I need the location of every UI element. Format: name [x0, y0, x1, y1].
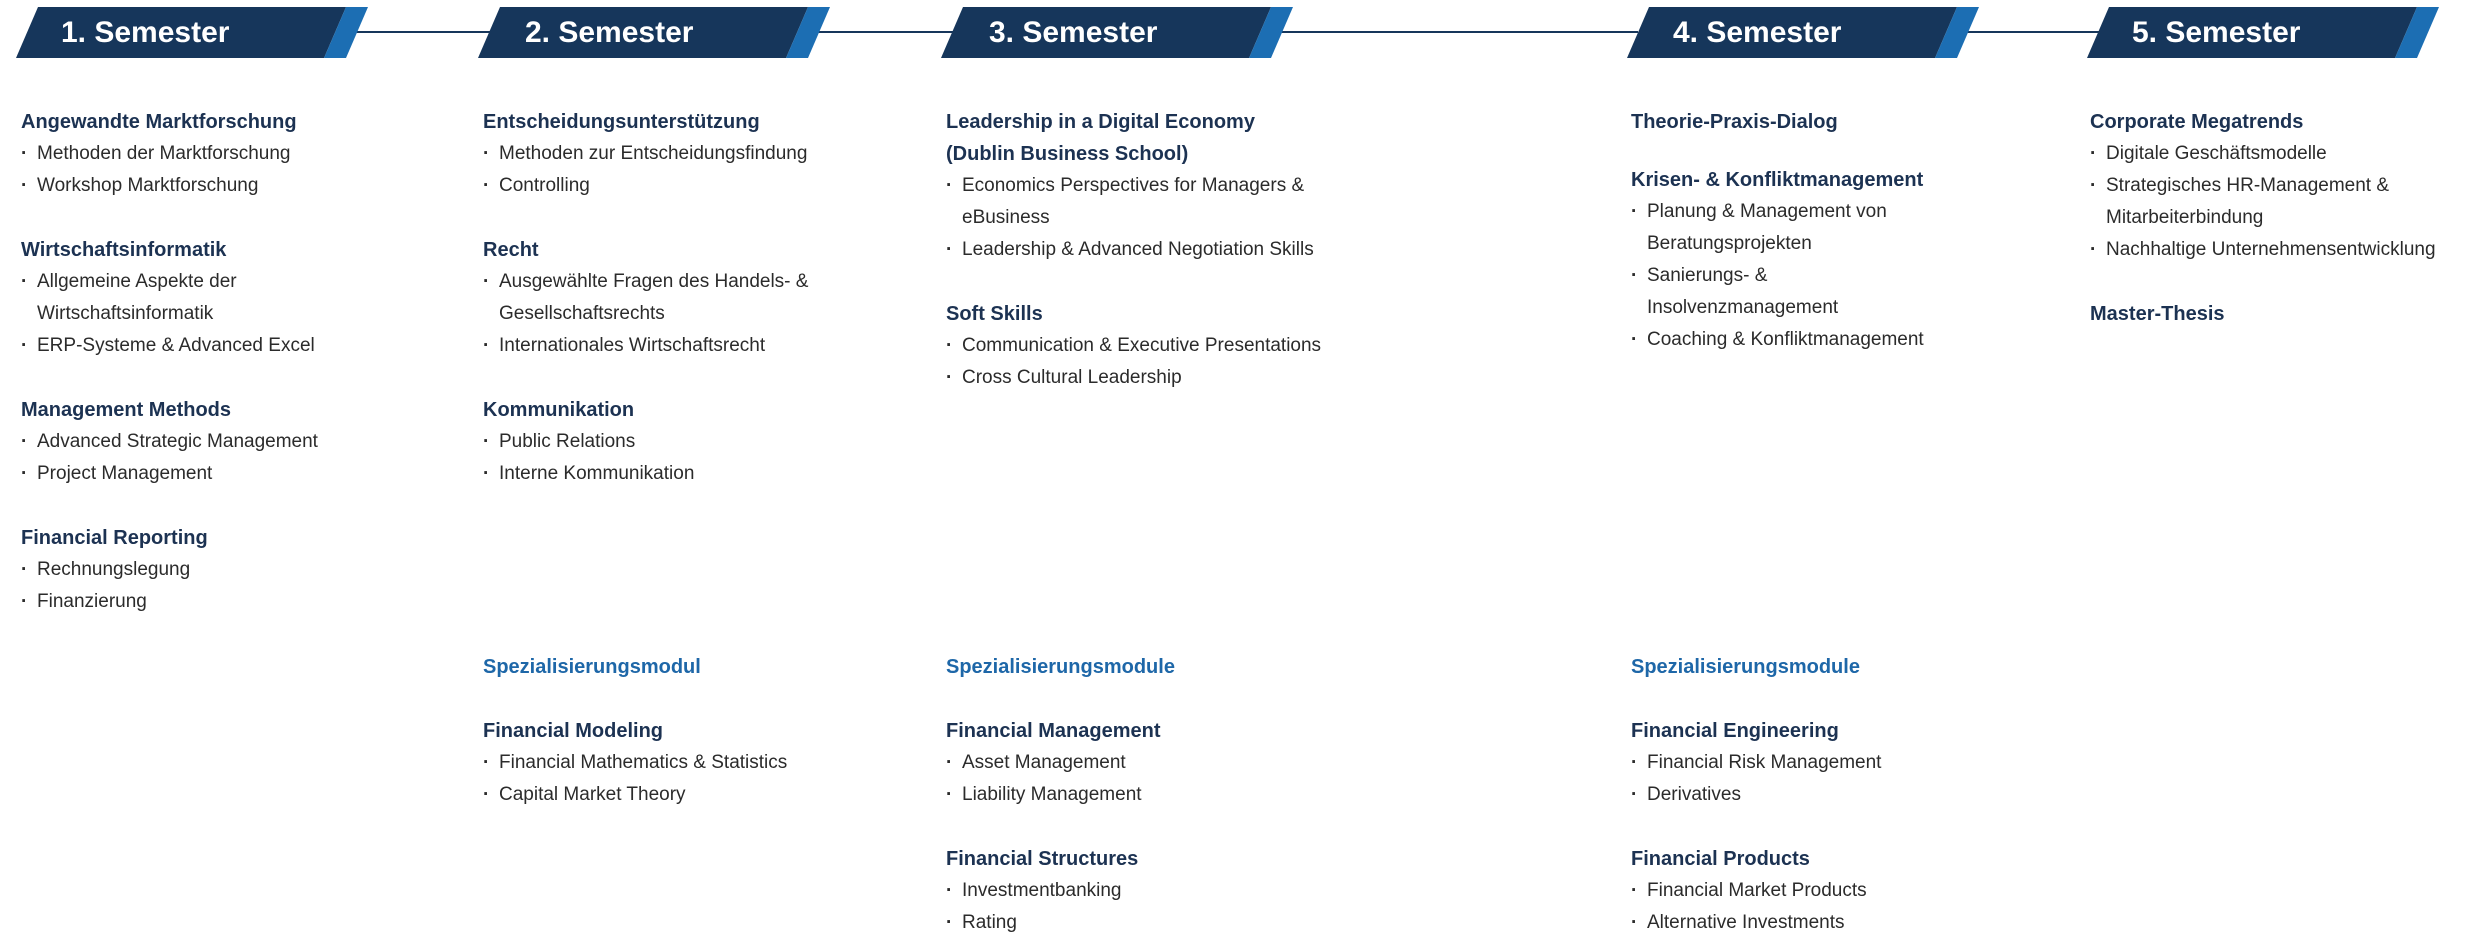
module-title: Financial Management	[946, 720, 1161, 742]
module-topic-list: Digitale Geschäftsmodelle Strategisches …	[2090, 138, 2465, 266]
semester-header-2: 2. Semester	[478, 7, 830, 58]
timeline-connector	[1963, 31, 2100, 33]
specialization-heading: Spezialisierungsmodule	[946, 656, 1175, 678]
module-title: Soft Skills	[946, 303, 1043, 325]
module-topic: Workshop Marktforschung	[21, 170, 441, 202]
module-title: Wirtschaftsinformatik	[21, 239, 227, 261]
module-topic: Finanzierung	[21, 586, 441, 618]
semester-1-modules: Angewandte Marktforschung Methoden der M…	[21, 106, 441, 650]
module-topic: Controlling	[483, 170, 923, 202]
timeline-connector	[815, 31, 955, 33]
module-topic: Advanced Strategic Management	[21, 426, 441, 458]
semester-title: 4. Semester	[1673, 16, 1842, 49]
module-title: Kommunikation	[483, 399, 635, 421]
module-topic: Internationales Wirtschaftsrecht	[483, 330, 813, 362]
module-topic-list: Investmentbanking Rating	[946, 875, 1346, 939]
semester-title: 2. Semester	[525, 16, 694, 49]
module-topic: Communication & Executive Presentations	[946, 330, 1346, 362]
specialization-heading: Spezialisierungsmodule	[1631, 656, 1860, 678]
module-topic: Economics Perspectives for Managers & eB…	[946, 170, 1306, 234]
module-topic-list: Allgemeine Aspekte der Wirtschaftsinform…	[21, 266, 315, 362]
module-topic-list: Methoden zur Entscheidungsfindung Contro…	[483, 138, 923, 202]
module-topic-list: Methoden der Marktforschung Workshop Mar…	[21, 138, 441, 202]
module-title: Corporate Megatrends	[2090, 111, 2304, 133]
module-topic: Derivatives	[1631, 779, 2051, 811]
module-topic-list: Financial Mathematics & Statistics Capit…	[483, 747, 923, 811]
semester-3-specialization: Spezialisierungsmodule Financial Managem…	[946, 651, 1346, 939]
module-topic-list: Advanced Strategic Management Project Ma…	[21, 426, 441, 490]
semester-2-modules: Entscheidungsunterstützung Methoden zur …	[483, 106, 923, 522]
module-topic: Public Relations	[483, 426, 923, 458]
semester-title: 5. Semester	[2132, 16, 2301, 49]
timeline-connector	[1278, 31, 1638, 33]
module-topic: Liability Management	[946, 779, 1346, 811]
module-topic-list: Planung & Management von Beratungsprojek…	[1631, 196, 1924, 356]
semester-timeline: 1. Semester 2. Semester 3. Semester 4. S…	[0, 0, 2472, 70]
module-topic-list: Ausgewählte Fragen des Handels- & Gesell…	[483, 266, 813, 362]
module-title: Theorie-Praxis-Dialog	[1631, 111, 1838, 133]
semester-4-modules: Theorie-Praxis-Dialog Krisen- & Konflikt…	[1631, 106, 2051, 388]
module-topic: Investmentbanking	[946, 875, 1346, 907]
module-topic: Asset Management	[946, 747, 1346, 779]
module-topic-list: Asset Management Liability Management	[946, 747, 1346, 811]
semester-header-5: 5. Semester	[2087, 7, 2439, 58]
semester-header-3: 3. Semester	[941, 7, 1293, 58]
module-topic: ERP-Systeme & Advanced Excel	[21, 330, 367, 362]
module-topic: Planung & Management von Beratungsprojek…	[1631, 196, 1921, 260]
module-title: Master-Thesis	[2090, 303, 2225, 325]
module-topic: Cross Cultural Leadership	[946, 362, 1346, 394]
module-topic: Strategisches HR-Management & Mitarbeite…	[2090, 170, 2406, 234]
specialization-heading: Spezialisierungsmodul	[483, 656, 701, 678]
semester-header-1: 1. Semester	[16, 7, 368, 58]
module-title: Management Methods	[21, 399, 232, 421]
module-title: Financial Reporting	[21, 527, 208, 549]
module-topic: Financial Mathematics & Statistics	[483, 747, 923, 779]
module-title: Krisen- & Konfliktmanagement	[1631, 169, 1924, 191]
module-topic: Rechnungslegung	[21, 554, 441, 586]
semester-title: 3. Semester	[989, 16, 1158, 49]
semester-4-specialization: Spezialisierungsmodule Financial Enginee…	[1631, 651, 2051, 939]
module-title: Financial Structures	[946, 848, 1139, 870]
module-title: Financial Engineering	[1631, 720, 1839, 742]
module-topic: Methoden der Marktforschung	[21, 138, 441, 170]
semester-header-4: 4. Semester	[1627, 7, 1979, 58]
module-topic: Nachhaltige Unternehmensentwicklung	[2090, 234, 2465, 266]
module-topic: Rating	[946, 907, 1346, 939]
module-topic-list: Communication & Executive Presentations …	[946, 330, 1346, 394]
module-topic: Capital Market Theory	[483, 779, 923, 811]
module-topic: Ausgewählte Fragen des Handels- & Gesell…	[483, 266, 813, 330]
semester-3-modules: Leadership in a Digital Economy (Dublin …	[946, 106, 1346, 426]
timeline-connector	[352, 31, 492, 33]
module-title: Financial Modeling	[483, 720, 664, 742]
module-title: Recht	[483, 239, 539, 261]
semester-title: 1. Semester	[61, 16, 230, 49]
module-topic: Methoden zur Entscheidungsfindung	[483, 138, 923, 170]
module-topic: Financial Market Products	[1631, 875, 2051, 907]
semester-2-specialization: Spezialisierungsmodul Financial Modeling…	[483, 651, 923, 843]
module-title: Leadership in a Digital Economy (Dublin …	[946, 111, 1255, 165]
module-title: Entscheidungsunterstützung	[483, 111, 760, 133]
module-topic: Alternative Investments	[1631, 907, 2051, 939]
module-topic-list: Financial Market Products Alternative In…	[1631, 875, 2051, 939]
semester-5-modules: Corporate Megatrends Digitale Geschäftsm…	[2090, 106, 2465, 362]
module-title: Financial Products	[1631, 848, 1810, 870]
module-topic: Allgemeine Aspekte der Wirtschaftsinform…	[21, 266, 281, 330]
module-topic-list: Economics Perspectives for Managers & eB…	[946, 170, 1314, 266]
module-topic-list: Financial Risk Management Derivatives	[1631, 747, 2051, 811]
module-topic: Interne Kommunikation	[483, 458, 923, 490]
module-topic-list: Public Relations Interne Kommunikation	[483, 426, 923, 490]
module-title: Angewandte Marktforschung	[21, 111, 297, 133]
module-topic: Sanierungs- & Insolvenzmanagement	[1631, 260, 1857, 324]
module-topic-list: Rechnungslegung Finanzierung	[21, 554, 441, 618]
module-topic: Project Management	[21, 458, 441, 490]
module-topic: Financial Risk Management	[1631, 747, 2051, 779]
module-topic: Coaching & Konfliktmanagement	[1631, 324, 1967, 356]
module-topic: Leadership & Advanced Negotiation Skills	[946, 234, 1362, 266]
module-topic: Digitale Geschäftsmodelle	[2090, 138, 2465, 170]
